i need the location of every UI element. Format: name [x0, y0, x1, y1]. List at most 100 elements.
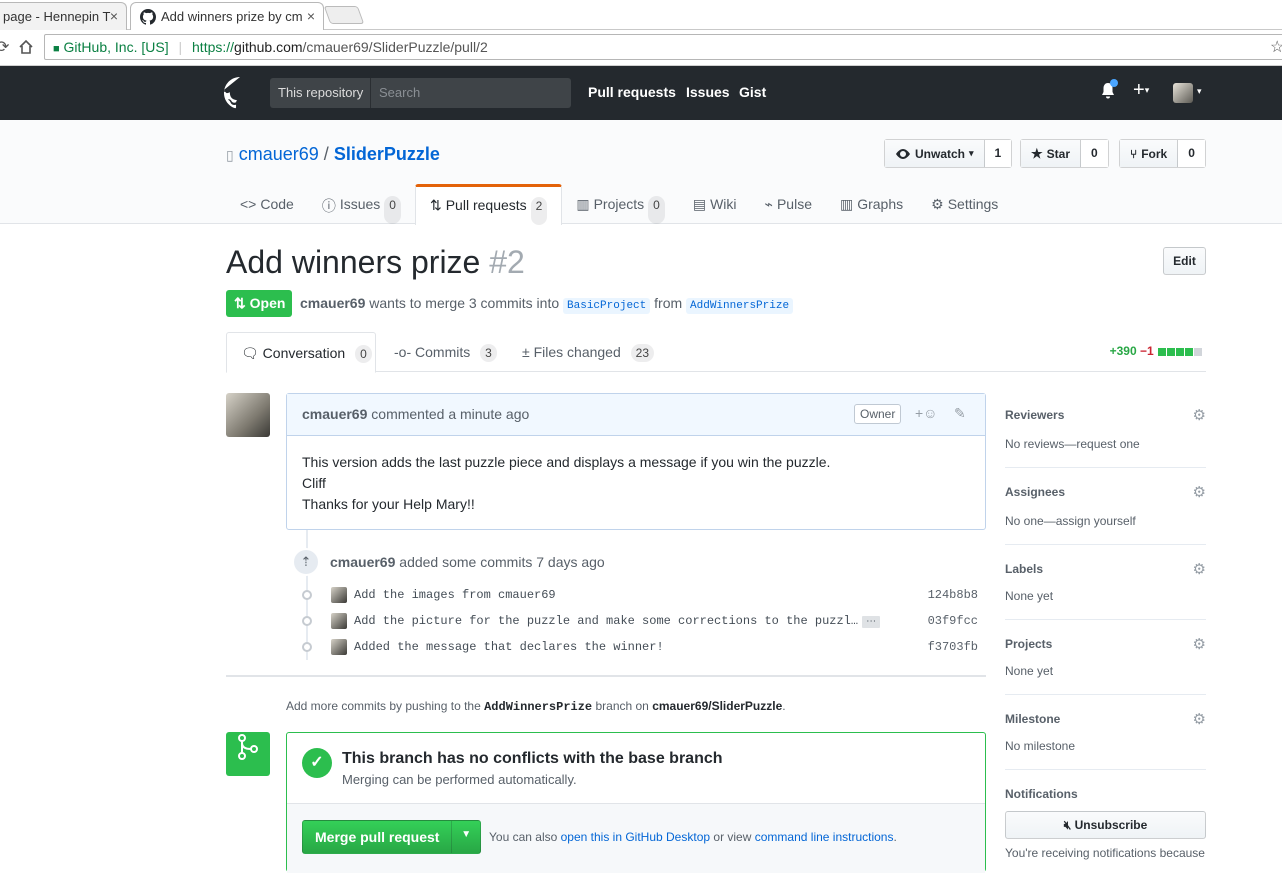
push-note-repo: cmauer69/SliderPuzzle [652, 699, 783, 713]
tab-label: Projects [593, 196, 645, 212]
sidebar-section-value[interactable]: No reviews—request one [1005, 437, 1140, 451]
commit-message-wrap: Add the picture for the puzzle and make … [354, 614, 881, 628]
url-scheme: https:// [192, 39, 235, 55]
merge-status-subtitle: Merging can be performed automatically. [342, 772, 577, 787]
head-branch[interactable]: AddWinnersPrize [686, 298, 794, 314]
avatar[interactable] [1173, 83, 1193, 103]
reload-icon[interactable]: ⟳ [0, 37, 9, 57]
additions-count: +390 [1109, 344, 1137, 358]
gear-icon[interactable]: ⚙ [1193, 560, 1206, 578]
tab-settings[interactable]: ⚙ Settings [917, 184, 1012, 224]
tab-label: Pull requests [445, 197, 527, 213]
sidebar-section-title: Assignees [1005, 485, 1066, 499]
header-nav-pull-requests[interactable]: Pull requests [588, 84, 676, 100]
commit-message[interactable]: Added the message that declares the winn… [354, 640, 664, 654]
fork-button[interactable]: ⑂ Fork [1120, 140, 1179, 167]
sidebar-reviewers: Reviewers ⚙ No reviews—request one [1005, 393, 1206, 468]
plus-icon[interactable]: +▾ [1133, 79, 1149, 102]
avatar[interactable] [226, 393, 270, 437]
tab-graphs[interactable]: ▥ Graphs [826, 184, 917, 224]
tab-label: Graphs [857, 196, 904, 212]
unsubscribe-button[interactable]: 🔇︎ Unsubscribe [1005, 811, 1206, 839]
pr-meta-text: wants to merge 3 commits into [369, 295, 560, 311]
tab-wiki[interactable]: ▤ Wiki [679, 184, 751, 224]
tab-pulse[interactable]: ⌁ Pulse [751, 184, 826, 224]
avatar[interactable] [331, 587, 347, 603]
gear-icon[interactable]: ⚙ [1193, 406, 1206, 424]
gear-icon[interactable]: ⚙ [1193, 710, 1206, 728]
commit-sha[interactable]: f3703fb [928, 640, 978, 654]
close-icon[interactable]: × [307, 8, 315, 24]
pr-meta: cmauer69 wants to merge 3 commits into B… [300, 295, 794, 314]
sidebar-section-value[interactable]: No one—assign yourself [1005, 514, 1136, 528]
repo-name-link[interactable]: SliderPuzzle [334, 144, 440, 164]
pencil-icon[interactable]: ✎ [954, 405, 966, 422]
github-logo-icon[interactable] [224, 77, 256, 109]
commit-message[interactable]: Add the picture for the puzzle and make … [354, 614, 858, 628]
repo-path-separator: / [323, 144, 329, 164]
edit-button[interactable]: Edit [1163, 247, 1206, 275]
commits-event-text: added some commits 7 days ago [399, 554, 605, 570]
new-tab-button[interactable] [323, 6, 365, 24]
git-merge-icon [226, 732, 270, 776]
emoji-icon[interactable]: +☺ [915, 405, 937, 421]
home-icon[interactable] [18, 39, 34, 55]
tab-files-changed[interactable]: ± Files changed 23 [508, 332, 668, 372]
address-bar[interactable]: ■ GitHub, Inc. [US] | https://github.com… [44, 34, 1282, 60]
browser-tab-2[interactable]: Add winners prize by cm × [130, 2, 324, 31]
status-badge: ⇅ Open [226, 290, 292, 317]
header-nav-issues[interactable]: Issues [686, 84, 730, 100]
browser-tab-1[interactable]: page - Hennepin T × [0, 2, 127, 30]
tab-commits[interactable]: -o- Commits 3 [380, 332, 511, 372]
tab-label: Settings [947, 196, 999, 212]
watch-button-group: Unwatch ▾ 1 [884, 139, 1013, 168]
tab-issues[interactable]: ⓘ Issues 0 [308, 184, 415, 224]
commit-sha[interactable]: 03f9fcc [928, 614, 978, 628]
site-search[interactable]: This repository Search [270, 78, 571, 108]
security-label: GitHub, Inc. [US] [63, 39, 169, 55]
pull-requests-counter: 2 [530, 197, 548, 225]
chevron-down-icon[interactable]: ▼ [451, 821, 480, 853]
unwatch-button[interactable]: Unwatch ▾ [885, 140, 985, 167]
repo-owner-link[interactable]: cmauer69 [239, 144, 319, 164]
commit-message[interactable]: Add the images from cmauer69 [354, 588, 556, 602]
star-count[interactable]: 0 [1081, 140, 1108, 167]
command-line-link[interactable]: command line instructions [755, 830, 894, 844]
tab-label: Pulse [776, 196, 812, 212]
watch-count[interactable]: 1 [984, 140, 1012, 167]
notifications-note: You're receiving notifications because [1005, 846, 1205, 860]
diffstat-bar [1157, 345, 1202, 359]
chevron-down-icon[interactable]: ▾ [1197, 86, 1202, 97]
commit-sha[interactable]: 124b8b8 [928, 588, 978, 602]
tab-conversation[interactable]: 🗨 Conversation 0 [226, 332, 376, 373]
fork-count[interactable]: 0 [1178, 140, 1205, 167]
pr-from-text: from [654, 295, 683, 311]
gear-icon: ⚙ [931, 196, 944, 212]
header-nav-gist[interactable]: Gist [739, 84, 766, 100]
base-branch[interactable]: BasicProject [563, 298, 651, 314]
tab-projects[interactable]: ▥ Projects 0 [562, 184, 679, 224]
star-button[interactable]: ★ Star [1021, 140, 1081, 167]
comment-author-link[interactable]: cmauer69 [302, 406, 367, 422]
diffstat[interactable]: +390 −1 [1110, 344, 1202, 359]
gear-icon[interactable]: ⚙ [1193, 483, 1206, 501]
close-icon[interactable]: × [110, 8, 118, 24]
commits-event-author[interactable]: cmauer69 [330, 554, 395, 570]
diff-icon: ± [522, 344, 530, 360]
comment-time[interactable]: commented a minute ago [371, 406, 529, 422]
open-desktop-link[interactable]: open this in GitHub Desktop [561, 830, 710, 844]
tab-pull-requests[interactable]: ⇅ Pull requests 2 [414, 184, 563, 225]
avatar[interactable] [331, 639, 347, 655]
merge-button[interactable]: Merge pull request [303, 821, 451, 853]
git-merge-glyph [238, 734, 258, 760]
tab-label: Code [260, 196, 294, 212]
tab-code[interactable]: <> Code [226, 184, 308, 224]
bookmark-star-icon[interactable]: ☆ [1270, 37, 1282, 57]
pr-author-link[interactable]: cmauer69 [300, 295, 365, 311]
gear-icon[interactable]: ⚙ [1193, 635, 1206, 653]
merge-button-group: Merge pull request ▼ [302, 820, 481, 854]
avatar[interactable] [331, 613, 347, 629]
merge-alternatives: You can also open this in GitHub Desktop… [489, 830, 897, 844]
search-input[interactable]: Search [371, 78, 571, 108]
expand-message-button[interactable]: ⋯ [862, 616, 881, 628]
